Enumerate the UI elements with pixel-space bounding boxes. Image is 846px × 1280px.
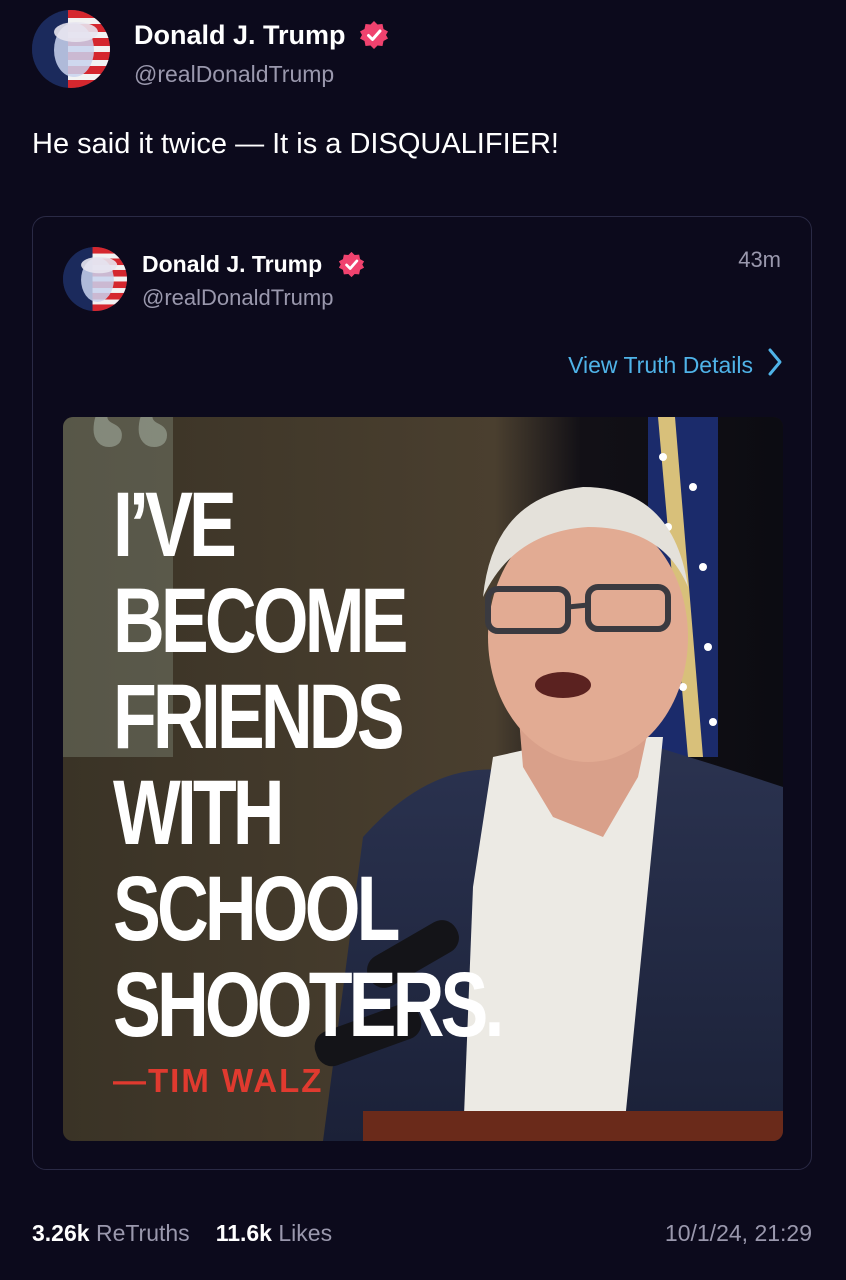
likes-label: Likes bbox=[278, 1220, 333, 1246]
retruths-count: 3.26k bbox=[32, 1220, 90, 1246]
author-avatar[interactable] bbox=[32, 10, 110, 88]
engagement-stats: 3.26k ReTruths 11.6k Likes bbox=[32, 1220, 332, 1247]
likes-stat[interactable]: 11.6k Likes bbox=[216, 1220, 332, 1247]
quoted-author-name[interactable]: Donald J. Trump bbox=[142, 251, 322, 278]
retruths-stat[interactable]: 3.26k ReTruths bbox=[32, 1220, 190, 1247]
verified-badge-icon bbox=[359, 20, 389, 50]
view-truth-details-link[interactable]: View Truth Details bbox=[568, 347, 783, 383]
post-text: He said it twice — It is a DISQUALIFIER! bbox=[32, 128, 559, 160]
verified-badge-icon bbox=[338, 251, 365, 278]
headline-line: FRIENDS bbox=[113, 666, 405, 768]
post-image[interactable]: “ I’VE BECOME FRIENDS WITH SCHOOL SHOOTE… bbox=[63, 417, 783, 1141]
retruths-label: ReTruths bbox=[95, 1220, 190, 1246]
headline-line: SHOOTERS. bbox=[113, 954, 504, 1056]
chevron-right-icon bbox=[767, 347, 783, 383]
author-handle[interactable]: @realDonaldTrump bbox=[134, 61, 334, 88]
quoted-author-handle[interactable]: @realDonaldTrump bbox=[142, 285, 333, 311]
post-date: 10/1/24, 21:29 bbox=[664, 1220, 812, 1246]
view-truth-details-label: View Truth Details bbox=[568, 351, 753, 378]
headline-line: BECOME bbox=[113, 570, 408, 672]
likes-count: 11.6k bbox=[215, 1220, 272, 1246]
headline-line: I’VE bbox=[113, 474, 237, 576]
image-attribution: —TIM WALZ bbox=[113, 1062, 324, 1099]
image-headline: I’VE BECOME FRIENDS WITH SCHOOL SHOOTERS… bbox=[113, 474, 504, 1056]
quoted-post-card[interactable]: Donald J. Trump @realDonaldTrump 43m Vie… bbox=[32, 216, 812, 1170]
author-name[interactable]: Donald J. Trump bbox=[134, 20, 346, 51]
headline-line: WITH bbox=[113, 762, 285, 864]
post-time: 43m bbox=[738, 247, 781, 272]
quoted-author-avatar[interactable] bbox=[63, 247, 127, 311]
headline-line: SCHOOL bbox=[113, 858, 400, 960]
flag-portrait-avatar bbox=[32, 10, 110, 88]
flag-portrait-avatar bbox=[63, 247, 127, 311]
